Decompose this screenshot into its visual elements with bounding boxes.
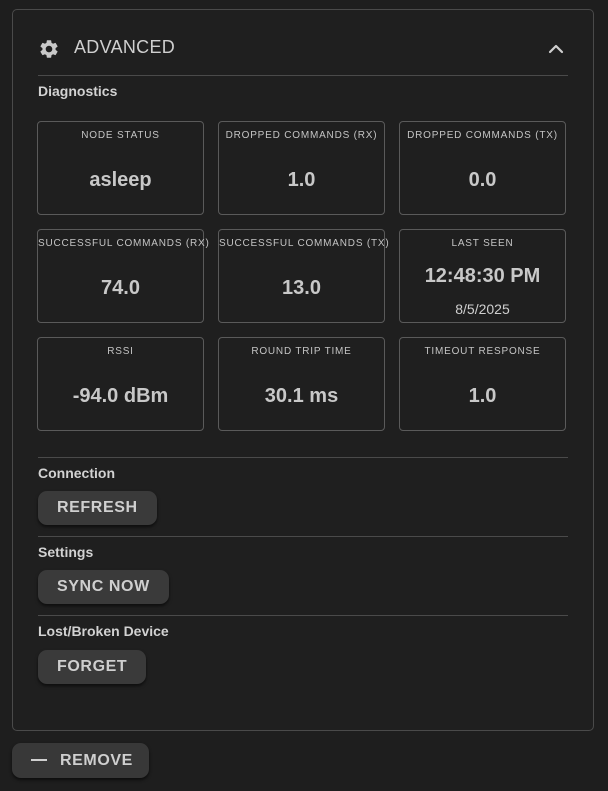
tile-label: LAST SEEN (451, 238, 514, 249)
tile-value: 0.0 (468, 169, 497, 191)
dropped-tx-tile: DROPPED COMMANDS (TX) 0.0 (399, 121, 566, 215)
successful-rx-tile: SUCCESSFUL COMMANDS (RX) 74.0 (37, 229, 210, 323)
rssi-tile: RSSI -94.0 dBm (37, 337, 204, 431)
successful-tx-tile: SUCCESSFUL COMMANDS (TX) 13.0 (218, 229, 390, 323)
tile-label: SUCCESSFUL COMMANDS (RX) (38, 238, 210, 249)
advanced-title: ADVANCED (74, 37, 176, 57)
tile-value: 74.0 (101, 277, 140, 299)
refresh-button[interactable]: REFRESH (38, 491, 157, 525)
last-seen-tile: LAST SEEN 12:48:30 PM 8/5/2025 (399, 229, 566, 323)
round-trip-time-tile: ROUND TRIP TIME 30.1 ms (218, 337, 385, 431)
tile-label: DROPPED COMMANDS (TX) (407, 130, 558, 141)
tile-label: TIMEOUT RESPONSE (424, 346, 541, 357)
tile-value: asleep (89, 169, 152, 191)
tile-label: DROPPED COMMANDS (RX) (225, 130, 378, 141)
tile-value: -94.0 dBm (72, 385, 169, 407)
advanced-header[interactable]: ADVANCED (38, 34, 568, 76)
tile-label: ROUND TRIP TIME (251, 346, 352, 357)
remove-button[interactable]: REMOVE (12, 743, 149, 778)
tile-value: 30.1 ms (264, 385, 339, 407)
tile-label: NODE STATUS (81, 130, 160, 141)
tile-value: 1.0 (287, 169, 316, 191)
connection-label: Connection (38, 465, 115, 481)
minus-icon (31, 759, 47, 761)
last-seen-time: 12:48:30 PM (424, 265, 541, 287)
divider (38, 457, 568, 458)
tile-value: 13.0 (282, 277, 321, 299)
timeout-response-tile: TIMEOUT RESPONSE 1.0 (399, 337, 566, 431)
gear-icon (40, 40, 58, 58)
chevron-up-icon[interactable] (548, 42, 564, 54)
last-seen-date: 8/5/2025 (455, 301, 510, 317)
sync-now-button[interactable]: SYNC NOW (38, 570, 169, 604)
divider (38, 536, 568, 537)
advanced-panel: ADVANCED Diagnostics NODE STATUS asleep … (12, 9, 594, 731)
divider (38, 615, 568, 616)
node-status-tile: NODE STATUS asleep (37, 121, 204, 215)
tile-label: RSSI (107, 346, 134, 357)
tile-value: 1.0 (468, 385, 497, 407)
forget-button[interactable]: FORGET (38, 650, 147, 684)
dropped-rx-tile: DROPPED COMMANDS (RX) 1.0 (218, 121, 385, 215)
settings-label: Settings (38, 544, 94, 560)
diagnostics-label: Diagnostics (38, 83, 118, 99)
lost-device-label: Lost/Broken Device (38, 623, 169, 639)
remove-label: REMOVE (60, 752, 133, 769)
tile-label: SUCCESSFUL COMMANDS (TX) (219, 238, 390, 249)
